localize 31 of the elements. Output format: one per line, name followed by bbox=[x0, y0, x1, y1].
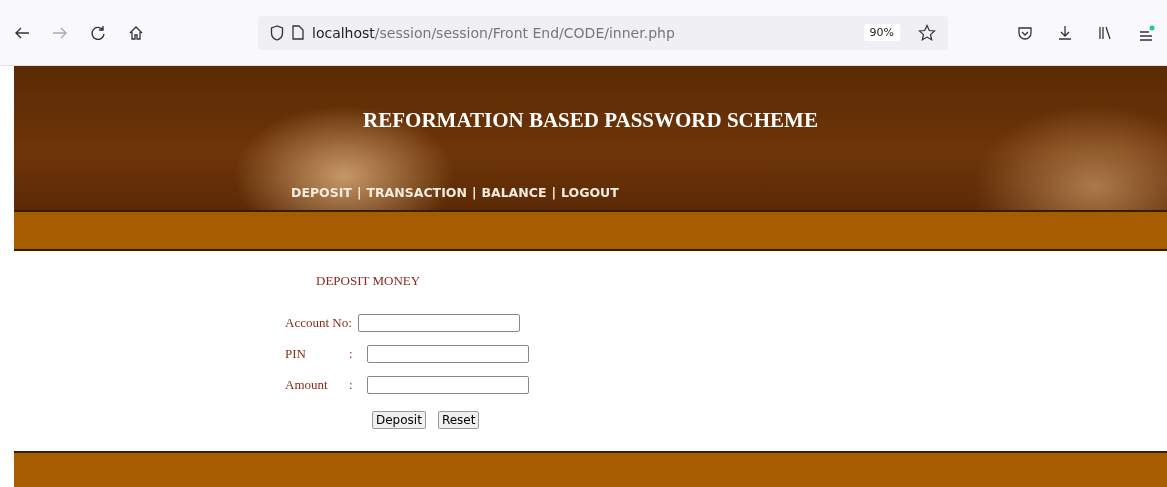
site-title: REFORMATION BASED PASSWORD SCHEME bbox=[363, 108, 818, 133]
field-label: PIN bbox=[285, 345, 307, 362]
pocket-icon[interactable] bbox=[1017, 24, 1033, 41]
star-icon[interactable] bbox=[918, 23, 936, 42]
nav-separator: | bbox=[471, 185, 477, 200]
submit-button[interactable]: Deposit bbox=[372, 411, 426, 429]
zoom-level[interactable]: 90% bbox=[863, 24, 900, 41]
url-text: localhost/session/session/Front End/CODE/inner.php bbox=[312, 24, 676, 41]
colon: : bbox=[349, 376, 354, 393]
form-heading: DEPOSIT MONEY bbox=[316, 273, 422, 289]
input-field[interactable] bbox=[358, 313, 520, 332]
nav-link[interactable]: LOGOUT bbox=[561, 185, 619, 200]
shield-icon[interactable] bbox=[270, 24, 284, 41]
download-icon[interactable] bbox=[1057, 24, 1073, 41]
field-label: Amount bbox=[285, 376, 329, 393]
colon: : bbox=[349, 345, 354, 362]
page-icon bbox=[292, 25, 304, 40]
nav-link[interactable]: TRANSACTION bbox=[366, 185, 467, 200]
library-icon[interactable] bbox=[1097, 24, 1113, 41]
home-icon[interactable] bbox=[128, 24, 144, 41]
nav-separator: | bbox=[356, 185, 362, 200]
reset-button[interactable]: Reset bbox=[437, 411, 480, 429]
back-icon[interactable] bbox=[14, 25, 30, 40]
nav-link[interactable]: BALANCE bbox=[481, 185, 547, 200]
reload-icon[interactable] bbox=[90, 24, 106, 41]
menu-icon[interactable] bbox=[1137, 23, 1155, 42]
input-field[interactable] bbox=[367, 375, 529, 394]
nav-separator: | bbox=[551, 185, 557, 200]
address-bar[interactable]: localhost/session/session/Front End/CODE/inner.php 90% bbox=[258, 15, 948, 50]
input-field[interactable] bbox=[367, 344, 529, 363]
field-label: Account No: bbox=[285, 314, 349, 331]
